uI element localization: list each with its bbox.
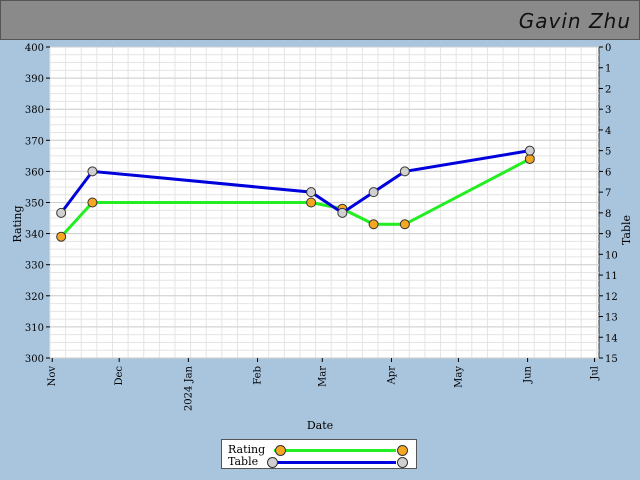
x-tick-label: Mar <box>317 366 328 387</box>
data-point-table <box>524 145 535 156</box>
data-point-table <box>87 166 98 177</box>
right-tick-label: 11 <box>605 271 618 282</box>
legend: Rating Table <box>221 439 417 469</box>
legend-label-table: Table <box>228 455 259 468</box>
right-tick-label: 8 <box>605 209 611 220</box>
data-point-table <box>368 187 379 198</box>
right-tick-label: 4 <box>605 126 611 137</box>
x-tick-label: Jun <box>523 365 534 383</box>
left-tick-label: 330 <box>25 261 44 272</box>
data-point-table <box>337 207 348 218</box>
right-tick-label: 5 <box>605 147 611 158</box>
x-axis-label: Date <box>307 419 333 432</box>
left-tick-label: 300 <box>25 354 44 365</box>
legend-item-table: Table <box>228 455 258 468</box>
data-point-rating <box>56 231 67 242</box>
right-tick-label: 10 <box>605 250 618 261</box>
right-tick-label: 0 <box>605 43 611 54</box>
rating-table-chart: 300310320330340350360370380390400 012345… <box>11 43 633 432</box>
right-tick-label: 14 <box>605 333 618 344</box>
left-tick-label: 340 <box>25 230 44 241</box>
y-axis-right-label: Table <box>620 215 633 245</box>
x-tick-label: Dec <box>114 366 125 386</box>
left-tick-label: 360 <box>25 167 44 178</box>
data-point-rating <box>399 219 410 230</box>
x-tick-label: 2024 Jan <box>183 365 194 411</box>
right-tick-label: 1 <box>605 64 611 75</box>
legend-marker-table-start <box>267 457 278 468</box>
right-axis-ticks: 0123456789101112131415 <box>599 43 618 365</box>
data-point-rating <box>524 153 535 164</box>
x-tick-label: Nov <box>47 366 58 387</box>
x-tick-label: Apr <box>386 366 397 386</box>
x-tick-label: May <box>453 366 464 388</box>
right-tick-label: 2 <box>605 84 611 95</box>
left-tick-label: 320 <box>25 292 44 303</box>
left-axis-ticks: 300 310 320 330 340 350 360 370 380 390 400 <box>25 43 50 365</box>
data-point-rating <box>87 197 98 208</box>
x-axis-ticks: Nov Dec 2024 Jan Feb Mar Apr May Jun Jul <box>47 358 601 411</box>
legend-line-table <box>274 461 396 464</box>
right-tick-label: 7 <box>605 188 611 199</box>
right-tick-label: 13 <box>605 313 618 324</box>
data-point-table <box>56 207 67 218</box>
x-tick-label: Feb <box>253 366 264 385</box>
data-point-rating <box>368 219 379 230</box>
legend-line-rating <box>274 449 396 452</box>
y-axis-left-label: Rating <box>11 205 24 242</box>
x-tick-label: Jul <box>590 366 601 381</box>
data-point-table <box>399 166 410 177</box>
right-tick-label: 12 <box>605 292 618 303</box>
left-tick-label: 400 <box>25 43 44 54</box>
right-tick-label: 3 <box>605 105 611 116</box>
legend-marker-rating-start <box>275 445 286 456</box>
right-tick-label: 9 <box>605 230 611 241</box>
legend-marker-table-end <box>397 457 408 468</box>
right-tick-label: 15 <box>605 354 618 365</box>
left-tick-label: 370 <box>25 136 44 147</box>
left-tick-label: 390 <box>25 74 44 85</box>
right-tick-label: 6 <box>605 167 611 178</box>
data-point-rating <box>306 197 317 208</box>
left-tick-label: 380 <box>25 105 44 116</box>
left-tick-label: 350 <box>25 199 44 210</box>
legend-marker-rating-end <box>397 445 408 456</box>
left-tick-label: 310 <box>25 323 44 334</box>
data-point-table <box>306 187 317 198</box>
